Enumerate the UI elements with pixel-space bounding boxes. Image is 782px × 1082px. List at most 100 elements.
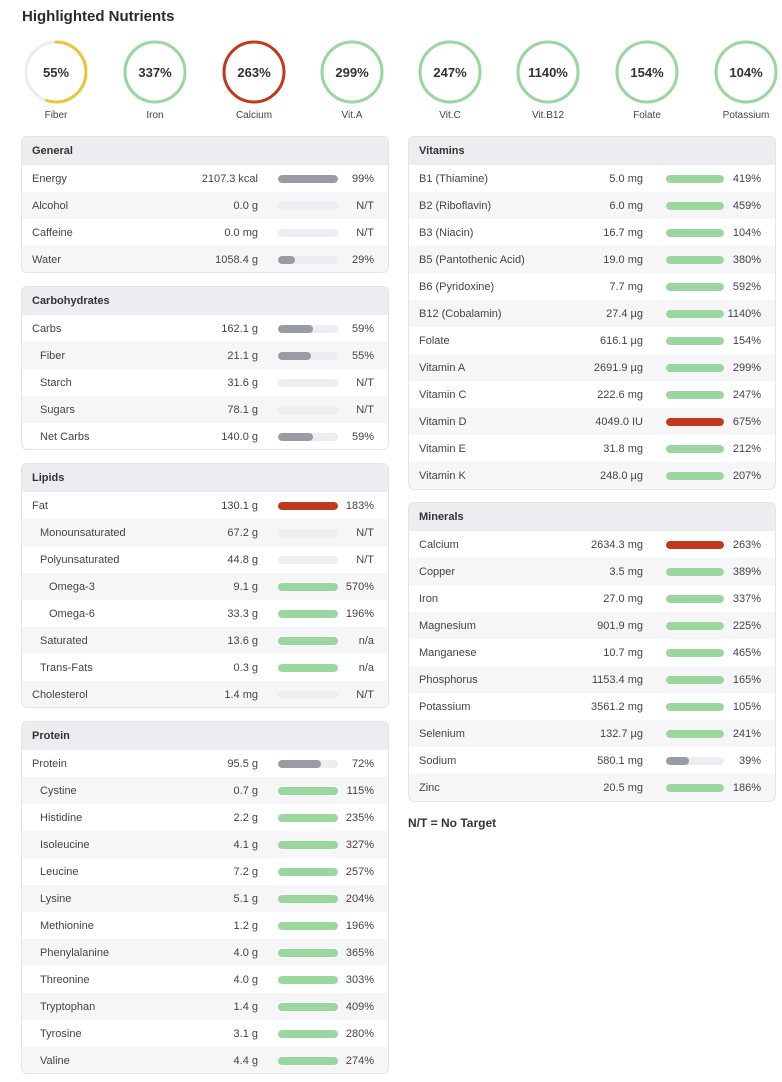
nutrient-row-magnesium[interactable]: Magnesium 901.9 mg 225%	[409, 612, 775, 639]
nutrient-row-vitamin-e[interactable]: Vitamin E 31.8 mg 212%	[409, 435, 775, 462]
nutrient-row-threonine[interactable]: Threonine 4.0 g 303%	[22, 966, 388, 993]
nutrient-row-isoleucine[interactable]: Isoleucine 4.1 g 327%	[22, 831, 388, 858]
nutrient-percent: 105%	[732, 700, 761, 713]
nutrient-percent: 280%	[345, 1027, 374, 1040]
nutrient-row-omega-3[interactable]: Omega-3 9.1 g 570%	[22, 573, 388, 600]
nutrient-row-fat[interactable]: Fat 130.1 g 183%	[22, 492, 388, 519]
nutrient-row-trans-fats[interactable]: Trans-Fats 0.3 g n/a	[22, 654, 388, 681]
nutrient-row-caffeine[interactable]: Caffeine 0.0 mg N/T	[22, 219, 388, 246]
nutrient-row-phosphorus[interactable]: Phosphorus 1153.4 mg 165%	[409, 666, 775, 693]
nutrient-row-fiber[interactable]: Fiber 21.1 g 55%	[22, 342, 388, 369]
nutrient-percent: 459%	[732, 199, 761, 212]
nutrient-row-iron[interactable]: Iron 27.0 mg 337%	[409, 585, 775, 612]
nutrient-row-b2-riboflavin[interactable]: B2 (Riboflavin) 6.0 mg 459%	[409, 192, 775, 219]
nutrient-percent: 72%	[351, 757, 374, 770]
nutrient-name: Saturated	[40, 634, 88, 647]
nutrient-amount: 2107.3 kcal	[201, 172, 258, 185]
nutrient-amount: 2.2 g	[233, 811, 258, 824]
nutrient-amount: 31.6 g	[227, 376, 258, 389]
nutrient-row-phenylalanine[interactable]: Phenylalanine 4.0 g 365%	[22, 939, 388, 966]
nutrient-row-b1-thiamine[interactable]: B1 (Thiamine) 5.0 mg 419%	[409, 165, 775, 192]
nutrient-row-saturated[interactable]: Saturated 13.6 g n/a	[22, 627, 388, 654]
nutrient-row-starch[interactable]: Starch 31.6 g N/T	[22, 369, 388, 396]
progress-bar	[666, 729, 724, 738]
nutrient-row-folate[interactable]: Folate 616.1 µg 154%	[409, 327, 775, 354]
progress-fill	[666, 228, 724, 237]
nutrient-row-potassium[interactable]: Potassium 3561.2 mg 105%	[409, 693, 775, 720]
nutrient-name: Magnesium	[419, 619, 476, 632]
nutrient-row-b5-pantothenic-acid[interactable]: B5 (Pantothenic Acid) 19.0 mg 380%	[409, 246, 775, 273]
progress-fill	[666, 255, 724, 264]
nutrient-amount: 21.1 g	[227, 349, 258, 362]
nutrient-row-vitamin-d[interactable]: Vitamin D 4049.0 IU 675%	[409, 408, 775, 435]
nutrient-name: Sugars	[40, 403, 75, 416]
nutrient-row-protein[interactable]: Protein 95.5 g 72%	[22, 750, 388, 777]
progress-fill	[278, 636, 338, 645]
nutrient-name: B3 (Niacin)	[419, 226, 474, 239]
nutrient-row-b3-niacin[interactable]: B3 (Niacin) 16.7 mg 104%	[409, 219, 775, 246]
progress-bar	[666, 255, 724, 264]
nutrient-row-tyrosine[interactable]: Tyrosine 3.1 g 280%	[22, 1020, 388, 1047]
progress-bar	[666, 471, 724, 480]
nutrient-amount: 95.5 g	[227, 757, 258, 770]
nutrient-row-selenium[interactable]: Selenium 132.7 µg 241%	[409, 720, 775, 747]
nutrient-amount: 1058.4 g	[215, 253, 258, 266]
nutrient-name: Phosphorus	[419, 673, 478, 686]
nutrient-row-histidine[interactable]: Histidine 2.2 g 235%	[22, 804, 388, 831]
nutrient-row-leucine[interactable]: Leucine 7.2 g 257%	[22, 858, 388, 885]
nutrient-name: B6 (Pyridoxine)	[419, 280, 495, 293]
nutrient-row-sugars[interactable]: Sugars 78.1 g N/T	[22, 396, 388, 423]
nutrient-percent: 247%	[732, 388, 761, 401]
nutrient-row-omega-6[interactable]: Omega-6 33.3 g 196%	[22, 600, 388, 627]
nutrient-row-tryptophan[interactable]: Tryptophan 1.4 g 409%	[22, 993, 388, 1020]
progress-bar	[278, 378, 338, 387]
nutrient-row-b12-cobalamin[interactable]: B12 (Cobalamin) 27.4 µg 1140%	[409, 300, 775, 327]
nutrient-row-polyunsaturated[interactable]: Polyunsaturated 44.8 g N/T	[22, 546, 388, 573]
nutrient-percent: N/T	[356, 403, 374, 416]
nutrient-row-manganese[interactable]: Manganese 10.7 mg 465%	[409, 639, 775, 666]
nutrient-percent: 327%	[345, 838, 374, 851]
nutrient-row-sodium[interactable]: Sodium 580.1 mg 39%	[409, 747, 775, 774]
nutrient-row-zinc[interactable]: Zinc 20.5 mg 186%	[409, 774, 775, 801]
nutrient-row-vitamin-a[interactable]: Vitamin A 2691.9 µg 299%	[409, 354, 775, 381]
nutrient-row-vitamin-k[interactable]: Vitamin K 248.0 µg 207%	[409, 462, 775, 489]
nutrient-amount: 248.0 µg	[599, 469, 643, 482]
nutrient-row-calcium[interactable]: Calcium 2634.3 mg 263%	[409, 531, 775, 558]
nutrient-row-copper[interactable]: Copper 3.5 mg 389%	[409, 558, 775, 585]
nutrient-amount: 0.3 g	[233, 661, 258, 674]
nutrient-row-cholesterol[interactable]: Cholesterol 1.4 mg N/T	[22, 681, 388, 707]
nutrient-percent: N/T	[356, 226, 374, 239]
nutrient-row-water[interactable]: Water 1058.4 g 29%	[22, 246, 388, 272]
nutrient-name: B5 (Pantothenic Acid)	[419, 253, 525, 266]
progress-bar	[278, 975, 338, 984]
nutrient-amount: 1.4 mg	[224, 688, 258, 701]
nutrient-row-b6-pyridoxine[interactable]: B6 (Pyridoxine) 7.7 mg 592%	[409, 273, 775, 300]
progress-bar	[666, 675, 724, 684]
nutrient-amount: 7.7 mg	[609, 280, 643, 293]
nutrient-percent: N/T	[356, 376, 374, 389]
nutrient-amount: 4.1 g	[233, 838, 258, 851]
nutrient-row-alcohol[interactable]: Alcohol 0.0 g N/T	[22, 192, 388, 219]
nutrient-row-monounsaturated[interactable]: Monounsaturated 67.2 g N/T	[22, 519, 388, 546]
nutrient-row-cystine[interactable]: Cystine 0.7 g 115%	[22, 777, 388, 804]
nutrient-amount: 78.1 g	[227, 403, 258, 416]
nutrient-row-lysine[interactable]: Lysine 5.1 g 204%	[22, 885, 388, 912]
nutrient-row-energy[interactable]: Energy 2107.3 kcal 99%	[22, 165, 388, 192]
nutrient-name: Phenylalanine	[40, 946, 110, 959]
nutrient-row-vitamin-c[interactable]: Vitamin C 222.6 mg 247%	[409, 381, 775, 408]
progress-fill	[666, 729, 724, 738]
nutrient-amount: 4049.0 IU	[595, 415, 643, 428]
panel-vitamins-title: Vitamins	[409, 137, 775, 165]
nutrient-row-valine[interactable]: Valine 4.4 g 274%	[22, 1047, 388, 1073]
ring-label: Vit.A	[341, 110, 363, 121]
nutrient-row-methionine[interactable]: Methionine 1.2 g 196%	[22, 912, 388, 939]
nutrient-ring-iron: 337% Iron	[120, 38, 190, 121]
nutrient-amount: 27.0 mg	[603, 592, 643, 605]
nutrient-row-carbs[interactable]: Carbs 162.1 g 59%	[22, 315, 388, 342]
nutrient-amount: 162.1 g	[221, 322, 258, 335]
progress-bar	[278, 501, 338, 510]
progress-bar	[666, 783, 724, 792]
progress-bar	[278, 255, 338, 264]
nutrient-amount: 31.8 mg	[603, 442, 643, 455]
nutrient-row-net-carbs[interactable]: Net Carbs 140.0 g 59%	[22, 423, 388, 449]
